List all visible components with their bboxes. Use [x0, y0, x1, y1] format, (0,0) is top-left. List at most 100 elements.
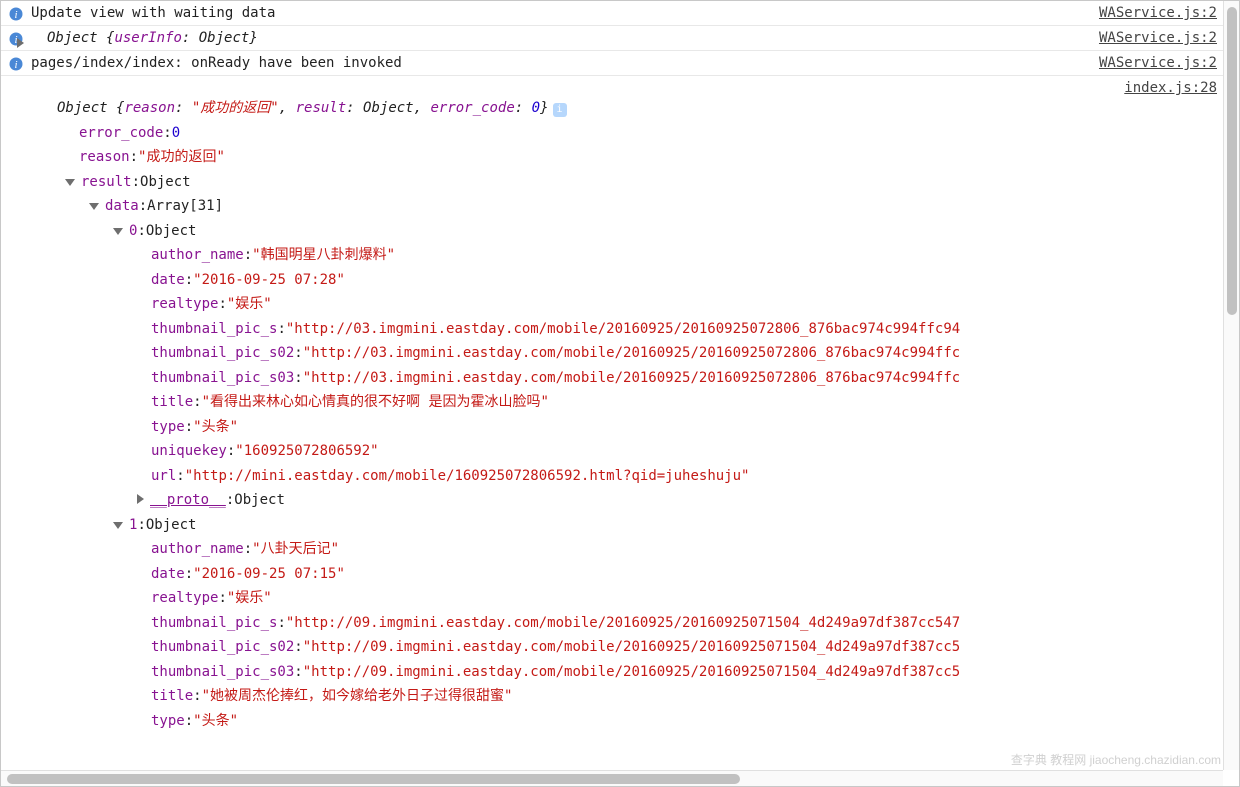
property-value: "http://03.imgmini.eastday.com/mobile/20…	[286, 317, 960, 342]
object-tree-property[interactable]: result: Object	[55, 170, 1233, 195]
property-value: "2016-09-25 07:28"	[193, 268, 345, 293]
property-key: error_code	[79, 121, 163, 146]
horizontal-scrollbar-thumb[interactable]	[7, 774, 740, 784]
object-tree-property[interactable]: thumbnail_pic_s: "http://03.imgmini.east…	[55, 317, 1233, 342]
object-tree-property[interactable]: title: "看得出来林心如心情真的很不好啊 是因为霍冰山脸吗"	[55, 390, 1233, 415]
property-key: data	[105, 194, 139, 219]
property-key: result	[81, 170, 132, 195]
property-value: "http://mini.eastday.com/mobile/16092507…	[185, 464, 750, 489]
property-value: "娱乐"	[227, 586, 272, 611]
console-log-message: Update view with waiting data	[31, 5, 1099, 21]
object-tree-property[interactable]: thumbnail_pic_s03: "http://09.imgmini.ea…	[55, 660, 1233, 685]
console-log-source[interactable]: WAService.js:2	[1099, 5, 1233, 21]
object-tree-property[interactable]: 1: Object	[55, 513, 1233, 538]
object-tree-property[interactable]: thumbnail_pic_s02: "http://03.imgmini.ea…	[55, 341, 1233, 366]
object-tree-property[interactable]: type: "头条"	[55, 415, 1233, 440]
object-tree-property[interactable]: url: "http://mini.eastday.com/mobile/160…	[55, 464, 1233, 489]
property-key: uniquekey	[151, 439, 227, 464]
property-key: type	[151, 709, 185, 734]
property-key: __proto__	[150, 488, 226, 513]
property-key: thumbnail_pic_s03	[151, 366, 294, 391]
object-tree-property[interactable]: title: "她被周杰伦捧红，如今嫁给老外日子过得很甜蜜"	[55, 684, 1233, 709]
property-value: Object	[146, 513, 197, 538]
property-value: "她被周杰伦捧红，如今嫁给老外日子过得很甜蜜"	[202, 684, 513, 709]
console-log-row[interactable]: i Object {userInfo: Object} WAService.js…	[1, 25, 1239, 50]
object-tree-property[interactable]: 0: Object	[55, 219, 1233, 244]
property-value: "韩国明星八卦刺爆料"	[252, 243, 395, 268]
console-object-summary: Object {userInfo: Object}	[47, 30, 1099, 46]
object-tree: Object {reason: "成功的返回", result: Object,…	[31, 96, 1233, 733]
console-log-source[interactable]: index.js:28	[1124, 80, 1233, 96]
horizontal-scrollbar[interactable]	[1, 770, 1223, 786]
property-key: thumbnail_pic_s	[151, 317, 277, 342]
property-value: "http://09.imgmini.eastday.com/mobile/20…	[286, 611, 960, 636]
property-key: thumbnail_pic_s	[151, 611, 277, 636]
property-key: title	[151, 390, 193, 415]
property-key: date	[151, 562, 185, 587]
property-value: Object	[140, 170, 191, 195]
object-tree-property[interactable]: data: Array[31]	[55, 194, 1233, 219]
object-tree-property[interactable]: type: "头条"	[55, 709, 1233, 734]
object-tree-property[interactable]: date: "2016-09-25 07:28"	[55, 268, 1233, 293]
property-key: author_name	[151, 537, 244, 562]
console-scroll-area[interactable]: i Update view with waiting data WAServic…	[1, 1, 1239, 770]
info-badge-icon[interactable]: i	[553, 103, 567, 117]
vertical-scrollbar-thumb[interactable]	[1227, 7, 1237, 315]
console-log-row-expanded[interactable]: index.js:28 Object {reason: "成功的返回", res…	[1, 75, 1239, 737]
object-tree-summary[interactable]: Object {reason: "成功的返回", result: Object,…	[55, 96, 1233, 121]
caret-right-icon[interactable]	[137, 494, 144, 504]
property-key: thumbnail_pic_s03	[151, 660, 294, 685]
property-value: "http://09.imgmini.eastday.com/mobile/20…	[303, 660, 960, 685]
object-tree-property[interactable]: thumbnail_pic_s03: "http://03.imgmini.ea…	[55, 366, 1233, 391]
property-key: 1	[129, 513, 137, 538]
svg-text:i: i	[14, 9, 17, 21]
object-tree-property[interactable]: thumbnail_pic_s02: "http://09.imgmini.ea…	[55, 635, 1233, 660]
property-value: "2016-09-25 07:15"	[193, 562, 345, 587]
object-tree-property[interactable]: error_code: 0	[55, 121, 1233, 146]
object-tree-property[interactable]: realtype: "娱乐"	[55, 586, 1233, 611]
info-icon: i	[9, 7, 23, 21]
console-log-row[interactable]: i Update view with waiting data WAServic…	[1, 1, 1239, 25]
property-key: thumbnail_pic_s02	[151, 341, 294, 366]
property-value: "http://03.imgmini.eastday.com/mobile/20…	[303, 366, 960, 391]
property-value: Object	[146, 219, 197, 244]
caret-down-icon[interactable]	[89, 203, 99, 210]
property-value: "看得出来林心如心情真的很不好啊 是因为霍冰山脸吗"	[202, 390, 549, 415]
property-key: date	[151, 268, 185, 293]
object-tree-property[interactable]: author_name: "八卦天后记"	[55, 537, 1233, 562]
object-tree-property[interactable]: thumbnail_pic_s: "http://09.imgmini.east…	[55, 611, 1233, 636]
object-tree-property[interactable]: author_name: "韩国明星八卦刺爆料"	[55, 243, 1233, 268]
property-key: 0	[129, 219, 137, 244]
object-tree-property[interactable]: realtype: "娱乐"	[55, 292, 1233, 317]
property-value: "八卦天后记"	[252, 537, 339, 562]
console-log-source[interactable]: WAService.js:2	[1099, 55, 1233, 71]
vertical-scrollbar[interactable]	[1223, 1, 1239, 770]
property-key: title	[151, 684, 193, 709]
object-tree-property[interactable]: uniquekey: "160925072806592"	[55, 439, 1233, 464]
property-value: "娱乐"	[227, 292, 272, 317]
property-key: reason	[79, 145, 130, 170]
property-key: author_name	[151, 243, 244, 268]
property-key: thumbnail_pic_s02	[151, 635, 294, 660]
property-value: "160925072806592"	[235, 439, 378, 464]
caret-down-icon[interactable]	[65, 179, 75, 186]
property-value: Object	[234, 488, 285, 513]
caret-down-icon[interactable]	[113, 522, 123, 529]
console-log-row[interactable]: i pages/index/index: onReady have been i…	[1, 50, 1239, 75]
property-value: 0	[172, 121, 180, 146]
caret-down-icon[interactable]	[113, 228, 123, 235]
property-value: "头条"	[193, 415, 238, 440]
object-tree-property[interactable]: __proto__: Object	[55, 488, 1233, 513]
property-value: Array[31]	[147, 194, 223, 219]
property-key: realtype	[151, 586, 218, 611]
property-key: type	[151, 415, 185, 440]
property-value: "http://09.imgmini.eastday.com/mobile/20…	[303, 635, 960, 660]
devtools-console: i Update view with waiting data WAServic…	[0, 0, 1240, 787]
console-log-source[interactable]: WAService.js:2	[1099, 30, 1233, 46]
property-value: "http://03.imgmini.eastday.com/mobile/20…	[303, 341, 960, 366]
property-value: "头条"	[193, 709, 238, 734]
object-tree-property[interactable]: reason: "成功的返回"	[55, 145, 1233, 170]
property-value: "成功的返回"	[138, 145, 225, 170]
object-tree-property[interactable]: date: "2016-09-25 07:15"	[55, 562, 1233, 587]
console-log-message: pages/index/index: onReady have been inv…	[31, 55, 1099, 71]
